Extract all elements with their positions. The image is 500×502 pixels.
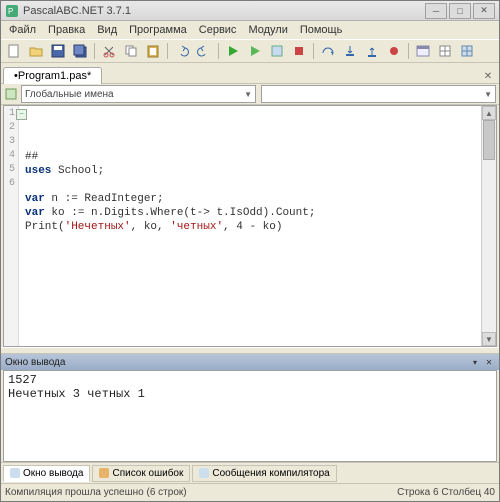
- bottom-tab-label: Сообщения компилятора: [212, 468, 329, 479]
- new-file-button[interactable]: [4, 41, 24, 61]
- menu-service[interactable]: Сервис: [193, 23, 243, 37]
- undo-button[interactable]: [172, 41, 192, 61]
- fold-toggle[interactable]: −: [16, 109, 27, 120]
- line-no: 3: [4, 136, 18, 150]
- scope-bar: Глобальные имена ▼ ▼: [1, 83, 499, 105]
- grid-button[interactable]: [435, 41, 455, 61]
- line-no: 5: [4, 164, 18, 178]
- scope-combo[interactable]: Глобальные имена ▼: [21, 85, 256, 103]
- output-panel-header: Окно вывода ▾ ✕: [1, 354, 499, 370]
- menu-view[interactable]: Вид: [91, 23, 123, 37]
- cut-button[interactable]: [99, 41, 119, 61]
- panel-pin-button[interactable]: ▾: [469, 356, 481, 368]
- output-text[interactable]: 1527 Нечетных 3 четных 1: [4, 371, 496, 461]
- toolbar: [1, 39, 499, 63]
- bottom-tabstrip: Окно вывода Список ошибок Сообщения комп…: [1, 462, 499, 483]
- line-no: 4: [4, 150, 18, 164]
- menu-program[interactable]: Программа: [123, 23, 193, 37]
- paste-button[interactable]: [143, 41, 163, 61]
- bottom-tab-errors[interactable]: Список ошибок: [92, 465, 190, 482]
- panel-close-button[interactable]: ✕: [483, 356, 495, 368]
- maximize-button[interactable]: □: [449, 3, 471, 19]
- document-tabstrip: •Program1.pas* ✕: [1, 63, 499, 83]
- bottom-tab-messages[interactable]: Сообщения компилятора: [192, 465, 336, 482]
- messages-tab-icon: [199, 468, 209, 478]
- run-button[interactable]: [223, 41, 243, 61]
- open-file-button[interactable]: [26, 41, 46, 61]
- grid2-button[interactable]: [457, 41, 477, 61]
- menu-modules[interactable]: Модули: [242, 23, 293, 37]
- svg-text:P: P: [8, 7, 13, 16]
- scope-icon: [3, 86, 19, 102]
- tool-sep-5: [408, 43, 409, 59]
- bottom-tab-output[interactable]: Окно вывода: [3, 465, 90, 482]
- close-button[interactable]: ✕: [473, 3, 495, 19]
- menubar: Файл Правка Вид Программа Сервис Модули …: [1, 21, 499, 39]
- step-out-button[interactable]: [362, 41, 382, 61]
- tool-sep-1: [94, 43, 95, 59]
- tab-program1[interactable]: •Program1.pas*: [3, 67, 102, 84]
- compile-button[interactable]: [267, 41, 287, 61]
- scroll-down-icon[interactable]: ▼: [482, 332, 496, 346]
- member-combo[interactable]: ▼: [261, 85, 496, 103]
- line-no: 6: [4, 178, 18, 192]
- output-panel-title: Окно вывода: [5, 357, 467, 368]
- tool-sep-2: [167, 43, 168, 59]
- editor-vscrollbar[interactable]: ▲ ▼: [481, 106, 496, 346]
- save-all-button[interactable]: [70, 41, 90, 61]
- chevron-down-icon: ▼: [484, 90, 492, 99]
- step-into-button[interactable]: [340, 41, 360, 61]
- chevron-down-icon: ▼: [244, 90, 252, 99]
- splitter[interactable]: [1, 347, 499, 354]
- breakpoint-button[interactable]: [384, 41, 404, 61]
- scroll-up-icon[interactable]: ▲: [482, 106, 496, 120]
- app-window: P PascalABC.NET 3.7.1 ─ □ ✕ Файл Правка …: [0, 0, 500, 502]
- line-no: 2: [4, 122, 18, 136]
- menu-file[interactable]: Файл: [3, 23, 42, 37]
- line-gutter: 1 2 3 4 5 6: [4, 106, 19, 346]
- code-editor[interactable]: 1 2 3 4 5 6 − ##uses School; var n := Re…: [3, 105, 497, 347]
- bottom-tab-label: Окно вывода: [23, 468, 83, 479]
- save-button[interactable]: [48, 41, 68, 61]
- bottom-tab-label: Список ошибок: [112, 468, 183, 479]
- errors-tab-icon: [99, 468, 109, 478]
- tab-close-button[interactable]: ✕: [481, 69, 495, 83]
- redo-button[interactable]: [194, 41, 214, 61]
- tool-sep-3: [218, 43, 219, 59]
- tool-sep-4: [313, 43, 314, 59]
- run2-button[interactable]: [245, 41, 265, 61]
- window-title: PascalABC.NET 3.7.1: [23, 5, 423, 17]
- stop-button[interactable]: [289, 41, 309, 61]
- titlebar: P PascalABC.NET 3.7.1 ─ □ ✕: [1, 1, 499, 21]
- step-over-button[interactable]: [318, 41, 338, 61]
- copy-button[interactable]: [121, 41, 141, 61]
- code-area[interactable]: − ##uses School; var n := ReadInteger;va…: [19, 106, 481, 346]
- app-icon: P: [5, 4, 19, 18]
- status-right: Строка 6 Столбец 40: [397, 487, 495, 498]
- scroll-thumb[interactable]: [483, 120, 495, 160]
- menu-help[interactable]: Помощь: [294, 23, 349, 37]
- tab-label: •Program1.pas*: [14, 70, 91, 82]
- scope-combo-label: Глобальные имена: [25, 89, 114, 100]
- status-left: Компиляция прошла успешно (6 строк): [5, 487, 187, 498]
- minimize-button[interactable]: ─: [425, 3, 447, 19]
- output-tab-icon: [10, 468, 20, 478]
- statusbar: Компиляция прошла успешно (6 строк) Стро…: [1, 483, 499, 501]
- menu-edit[interactable]: Правка: [42, 23, 91, 37]
- form-button[interactable]: [413, 41, 433, 61]
- output-panel: 1527 Нечетных 3 четных 1: [3, 370, 497, 462]
